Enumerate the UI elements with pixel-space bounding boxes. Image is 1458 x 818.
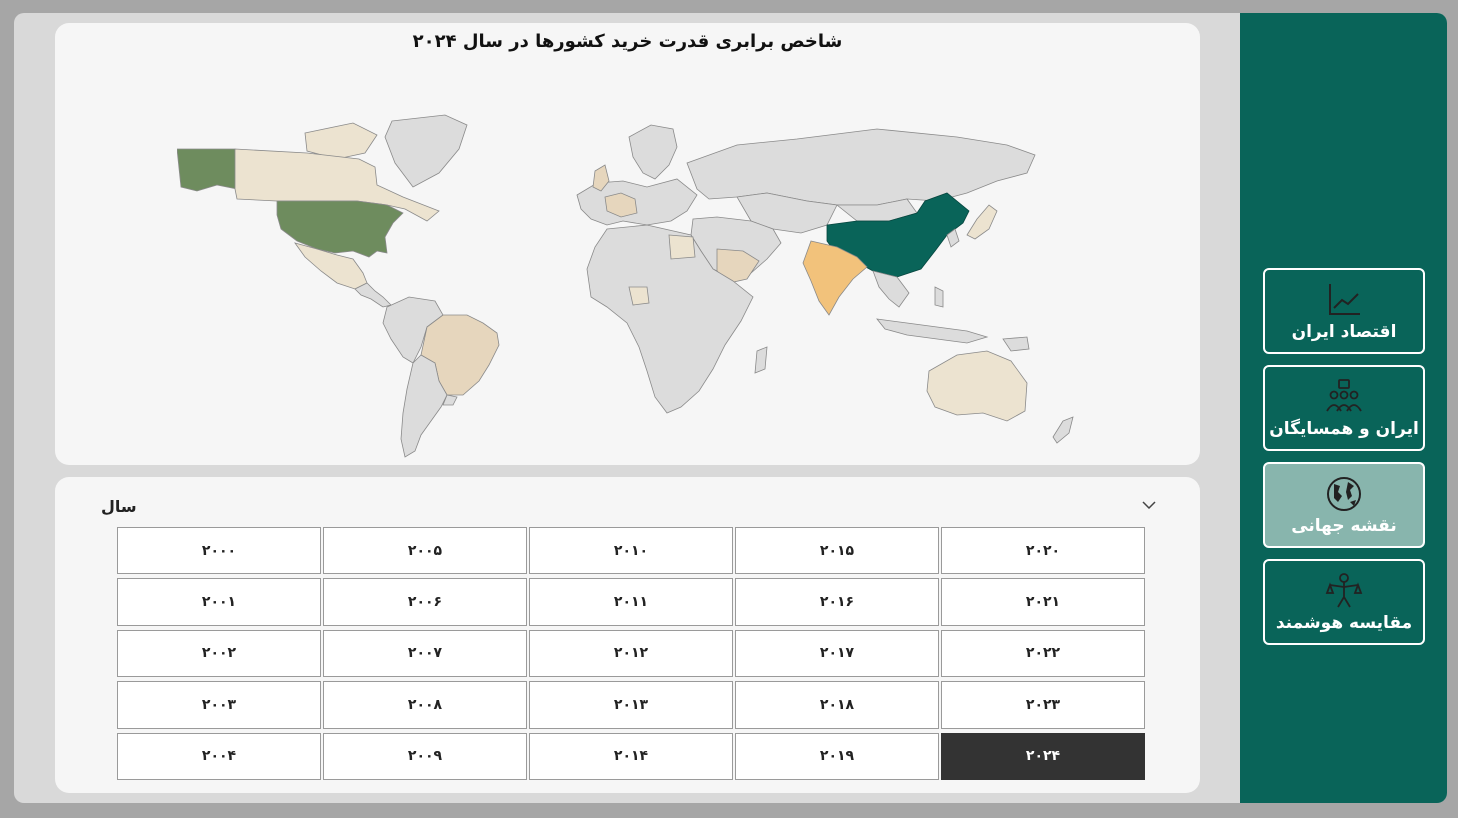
year-option[interactable]: ۲۰۲۰ bbox=[941, 527, 1145, 575]
year-option[interactable]: ۲۰۰۲ bbox=[117, 629, 321, 678]
year-grid: ۲۰۰۰ ۲۰۰۱ ۲۰۰۲ ۲۰۰۳ ۲۰۰۴ ۲۰۰۵ ۲۰۰۶ ۲۰۰۷ ۲۰۰۸ ۲۰۰۹… bbox=[117, 527, 1145, 780]
country-philippines[interactable] bbox=[934, 286, 944, 308]
nav-label-iran-economy: اقتصاد ایران bbox=[1291, 322, 1397, 342]
year-option[interactable]: ۲۰۲۳ bbox=[941, 681, 1145, 729]
year-option[interactable]: ۲۰۰۳ bbox=[117, 681, 321, 729]
map-title: شاخص برابری قدرت خرید کشورها در سال ۲۰۲۴ bbox=[412, 31, 843, 52]
country-central-america[interactable] bbox=[354, 282, 392, 308]
year-option[interactable]: ۲۰۱۱ bbox=[529, 578, 733, 626]
chevron-down-icon[interactable] bbox=[1141, 499, 1157, 511]
country-usa[interactable] bbox=[276, 200, 404, 258]
line-chart-icon bbox=[1329, 284, 1360, 315]
country-greenland[interactable] bbox=[384, 114, 468, 188]
balance-person-icon bbox=[1325, 573, 1363, 608]
year-option[interactable]: ۲۰۱۷ bbox=[735, 629, 939, 678]
year-option[interactable]: ۲۰۱۶ bbox=[735, 578, 939, 626]
year-option[interactable]: ۲۰۱۰ bbox=[529, 527, 733, 575]
country-canada-islands[interactable] bbox=[304, 122, 378, 160]
country-egypt[interactable] bbox=[668, 234, 696, 260]
year-option[interactable]: ۲۰۲۱ bbox=[941, 578, 1145, 626]
year-option[interactable]: ۲۰۰۱ bbox=[117, 578, 321, 626]
country-scandinavia[interactable] bbox=[628, 124, 678, 180]
country-png[interactable] bbox=[1002, 336, 1030, 352]
country-nigeria[interactable] bbox=[628, 286, 650, 306]
country-madagascar[interactable] bbox=[754, 346, 768, 374]
globe-icon bbox=[1327, 477, 1361, 511]
map-panel: شاخص برابری قدرت خرید کشورها در سال ۲۰۲۴ bbox=[55, 23, 1200, 465]
year-option[interactable]: ۲۰۰۷ bbox=[323, 629, 527, 678]
country-japan[interactable] bbox=[966, 204, 998, 240]
year-option[interactable]: ۲۰۱۲ bbox=[529, 629, 733, 678]
nav-label-iran-neighbors: ایران و همسایگان bbox=[1269, 419, 1419, 439]
nav-label-smart-compare: مقایسه هوشمند bbox=[1275, 613, 1413, 633]
year-option[interactable]: ۲۰۱۴ bbox=[529, 732, 733, 780]
country-australia[interactable] bbox=[926, 350, 1028, 422]
year-option[interactable]: ۲۰۰۴ bbox=[117, 732, 321, 780]
nav-button-smart-compare[interactable]: مقایسه هوشمند bbox=[1263, 559, 1425, 645]
country-southeast-asia[interactable] bbox=[872, 270, 910, 308]
sidebar: اقتصاد ایران ایران و همسایگان نقشه جهانی bbox=[1240, 13, 1447, 803]
year-slicer-panel: سال ۲۰۰۰ ۲۰۰۱ ۲۰۰۲ ۲۰۰۳ ۲۰۰۴ ۲۰۰۵ ۲۰۰۶ ۲۰۰۷ ۲۰۰۸… bbox=[55, 477, 1200, 793]
year-option[interactable]: ۲۰۰۹ bbox=[323, 732, 527, 780]
people-group-icon bbox=[1326, 379, 1362, 412]
year-option[interactable]: ۲۰۱۵ bbox=[735, 527, 939, 575]
nav-button-iran-neighbors[interactable]: ایران و همسایگان bbox=[1263, 365, 1425, 451]
country-russia[interactable] bbox=[686, 128, 1036, 206]
year-option[interactable]: ۲۰۱۹ bbox=[735, 732, 939, 780]
app-frame: شاخص برابری قدرت خرید کشورها در سال ۲۰۲۴ bbox=[14, 13, 1447, 803]
year-option[interactable]: ۲۰۲۴ bbox=[941, 732, 1145, 780]
year-option[interactable]: ۲۰۰۸ bbox=[323, 681, 527, 729]
nav-label-world-map: نقشه جهانی bbox=[1291, 516, 1397, 536]
world-map[interactable] bbox=[177, 101, 1085, 463]
country-new-zealand[interactable] bbox=[1052, 416, 1074, 444]
year-option[interactable]: ۲۰۱۸ bbox=[735, 681, 939, 729]
country-indonesia[interactable] bbox=[876, 318, 989, 344]
slicer-title: سال bbox=[101, 497, 137, 516]
year-option[interactable]: ۲۰۰۵ bbox=[323, 527, 527, 575]
year-option[interactable]: ۲۰۱۳ bbox=[529, 681, 733, 729]
year-option[interactable]: ۲۰۰۰ bbox=[117, 527, 321, 575]
year-option[interactable]: ۲۰۲۲ bbox=[941, 629, 1145, 678]
nav-button-world-map[interactable]: نقشه جهانی bbox=[1263, 462, 1425, 548]
year-option[interactable]: ۲۰۰۶ bbox=[323, 578, 527, 626]
country-alaska[interactable] bbox=[177, 148, 238, 192]
nav-button-iran-economy[interactable]: اقتصاد ایران bbox=[1263, 268, 1425, 354]
